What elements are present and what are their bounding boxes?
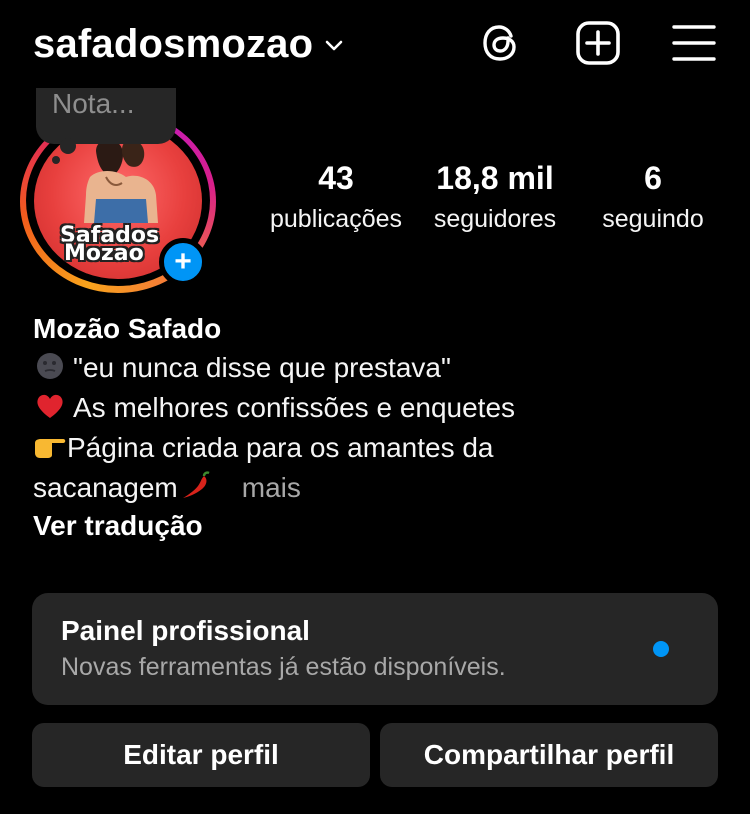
- new-moon-face-icon: [37, 353, 63, 379]
- profile-header: safadosmozao: [0, 0, 750, 90]
- plus-icon: +: [174, 245, 192, 278]
- chevron-down-icon[interactable]: [323, 34, 345, 56]
- bio-line-2: As melhores confissões e enquetes: [33, 388, 723, 428]
- menu-icon[interactable]: [671, 20, 717, 66]
- profile-picture-text: Safados Mozao: [60, 223, 160, 266]
- bio-line-3: Página criada para os amantes da: [33, 428, 723, 468]
- more-link[interactable]: mais: [242, 472, 301, 503]
- add-story-button[interactable]: +: [159, 238, 207, 286]
- professional-dashboard-card[interactable]: Painel profissional Novas ferramentas já…: [32, 593, 718, 705]
- bio-line-1: "eu nunca disse que prestava": [33, 348, 723, 388]
- bio-line-4: sacanagem mais: [33, 471, 301, 503]
- red-heart-icon: [37, 394, 63, 418]
- professional-dashboard-subtitle: Novas ferramentas já estão disponíveis.: [61, 653, 506, 681]
- profile-bio: Mozão Safado "eu nunca disse que prestav…: [33, 310, 723, 544]
- note-bubble-tail: [60, 138, 76, 154]
- followers-count[interactable]: 18,8 mil seguidores: [422, 160, 568, 234]
- add-content-icon[interactable]: [575, 20, 621, 66]
- note-placeholder: Nota...: [52, 88, 135, 119]
- posts-count[interactable]: 43 publicações: [263, 160, 409, 234]
- following-count[interactable]: 6 seguindo: [580, 160, 726, 234]
- note-bubble-tail-small: [52, 156, 60, 164]
- see-translation-link[interactable]: Ver tradução: [33, 508, 723, 544]
- display-name: Mozão Safado: [33, 313, 222, 344]
- edit-profile-button[interactable]: Editar perfil: [32, 723, 370, 787]
- note-bubble[interactable]: Nota...: [36, 88, 176, 144]
- share-profile-button[interactable]: Compartilhar perfil: [380, 723, 718, 787]
- username[interactable]: safadosmozao: [33, 22, 313, 67]
- notification-dot: [653, 641, 669, 657]
- couple-illustration-icon: [84, 139, 158, 223]
- account-switcher[interactable]: safadosmozao: [33, 22, 345, 67]
- threads-icon[interactable]: [478, 20, 524, 66]
- pointing-right-icon: [35, 439, 66, 458]
- profile-stats: 43 publicações 18,8 mil seguidores 6 seg…: [260, 160, 730, 250]
- professional-dashboard-title: Painel profissional: [61, 615, 310, 646]
- chili-pepper-icon: [182, 471, 210, 498]
